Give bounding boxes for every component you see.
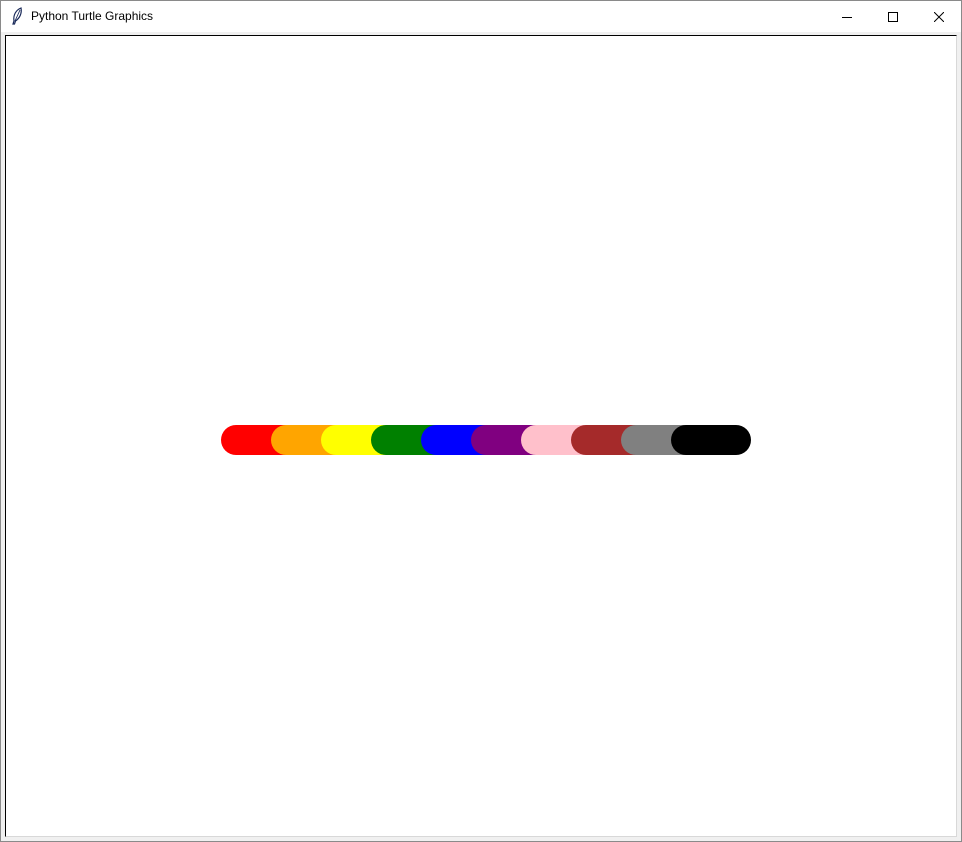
turtle-window: Python Turtle Graphics [0,0,962,842]
minimize-button[interactable] [824,1,870,32]
maximize-button[interactable] [870,1,916,32]
minimize-icon [842,16,852,18]
window-title: Python Turtle Graphics [31,9,154,23]
turtle-canvas[interactable] [6,36,956,836]
close-button[interactable] [916,1,961,32]
close-icon [934,11,944,22]
feather-icon [12,7,22,25]
maximize-icon [888,11,898,22]
title-bar[interactable]: Python Turtle Graphics [1,1,961,32]
turtle-canvas-frame [5,35,957,837]
